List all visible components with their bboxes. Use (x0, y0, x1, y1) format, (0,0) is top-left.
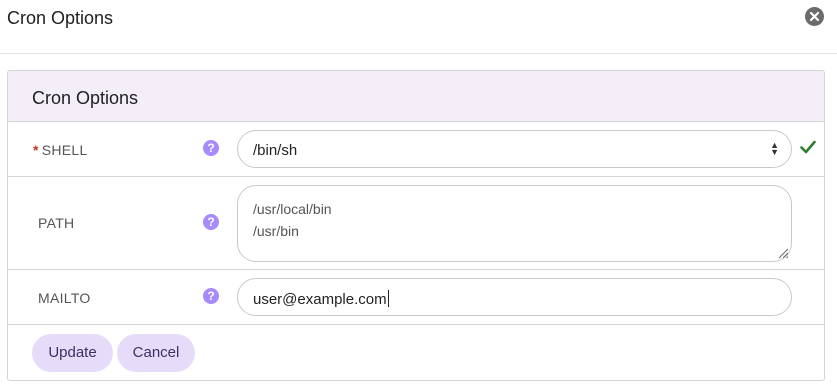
mailto-label: MAILTO (38, 290, 91, 306)
dialog-title: Cron Options (7, 8, 114, 28)
dialog-header: Cron Options (0, 0, 837, 54)
update-button[interactable]: Update (32, 334, 113, 372)
select-arrows-icon: ▲ ▼ (770, 140, 779, 157)
resize-grip-icon[interactable] (777, 247, 789, 259)
path-line: /usr/local/bin (253, 201, 332, 217)
path-label: PATH (38, 215, 75, 231)
shell-select[interactable]: /bin/sh ▲ ▼ (237, 130, 792, 168)
shell-select-value: /bin/sh (253, 142, 298, 159)
mailto-input[interactable]: user@example.com (237, 278, 792, 316)
panel-title: Cron Options (32, 88, 139, 108)
shell-label-text: SHELL (41, 142, 88, 158)
check-icon (800, 140, 816, 154)
required-marker: * (33, 142, 39, 158)
path-row: PATH ? /usr/local/bin /usr/bin (8, 177, 824, 270)
text-cursor (387, 290, 389, 307)
panel-header: Cron Options (8, 71, 824, 122)
cron-options-panel: Cron Options * SHELL ? /bin/sh ▲ ▼ PATH ? … (7, 70, 825, 381)
mailto-row: MAILTO ? user@example.com (8, 270, 824, 325)
cancel-button[interactable]: Cancel (117, 334, 195, 372)
shell-label: * SHELL (33, 142, 88, 158)
path-textarea[interactable]: /usr/local/bin /usr/bin (237, 185, 792, 262)
path-line: /usr/bin (253, 223, 299, 239)
close-icon[interactable] (805, 7, 824, 26)
shell-row: * SHELL ? /bin/sh ▲ ▼ (8, 122, 824, 177)
shell-help-icon[interactable]: ? (203, 140, 219, 156)
path-help-icon[interactable]: ? (203, 214, 219, 230)
mailto-help-icon[interactable]: ? (203, 288, 219, 304)
mailto-input-value: user@example.com (253, 291, 387, 308)
